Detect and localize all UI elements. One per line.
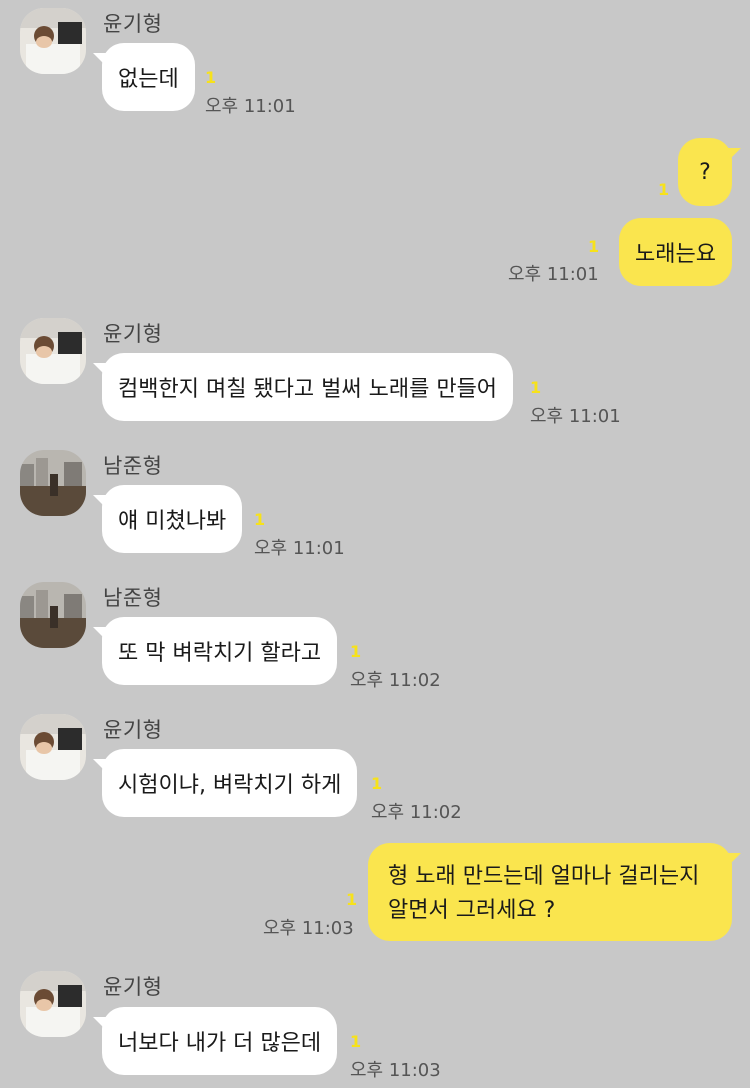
message-text: 컴백한지 며칠 됐다고 벌써 노래를 만들어: [118, 377, 498, 402]
message-time: 오후 11:01: [254, 538, 345, 559]
profile-photo-yoongi: [20, 8, 86, 74]
avatar[interactable]: [20, 714, 86, 780]
bubble-tail: [93, 495, 107, 509]
message-text-line: 형 노래 만드는데 얼마나 걸리는지: [388, 864, 700, 889]
message-time: 오후 11:02: [371, 802, 462, 823]
unread-count: 1: [254, 510, 266, 529]
sender-name: 윤기형: [103, 975, 163, 999]
message-bubble[interactable]: ?: [678, 138, 741, 206]
message-text: 없는데: [118, 67, 179, 92]
profile-photo-yoongi: [20, 318, 86, 384]
sender-name: 남준형: [103, 454, 163, 478]
message-text-line: 알면서 그러세요 ?: [388, 898, 556, 923]
bubble-tail: [93, 1017, 107, 1031]
bubble-tail: [93, 363, 107, 377]
avatar[interactable]: [20, 318, 86, 384]
message-time: 오후 11:01: [205, 96, 296, 117]
unread-count: 1: [530, 378, 542, 397]
sender-name: 남준형: [103, 586, 163, 610]
message-bubble[interactable]: 시험이냐, 벼락치기 하게: [93, 749, 358, 817]
message-time: 오후 11:01: [530, 406, 621, 427]
bubble-tail: [727, 853, 741, 867]
profile-photo-namjoon: [20, 450, 86, 516]
unread-count: 1: [205, 68, 217, 87]
unread-count: 1: [588, 237, 600, 256]
message-time: 오후 11:02: [350, 670, 441, 691]
message-text: 얘 미쳤나봐: [118, 509, 227, 534]
profile-photo-yoongi: [20, 714, 86, 780]
avatar[interactable]: [20, 8, 86, 74]
unread-count: 1: [350, 642, 362, 661]
sender-name: 윤기형: [103, 322, 163, 346]
message-bubble[interactable]: 컴백한지 며칠 됐다고 벌써 노래를 만들어: [93, 353, 514, 421]
unread-count: 1: [658, 180, 670, 199]
message-text: 너보다 내가 더 많은데: [118, 1031, 322, 1056]
message-bubble[interactable]: 없는데: [93, 43, 195, 111]
profile-photo-yoongi: [20, 971, 86, 1037]
message-bubble[interactable]: 형 노래 만드는데 얼마나 걸리는지 알면서 그러세요 ?: [368, 843, 741, 941]
message-bubble[interactable]: 너보다 내가 더 많은데: [93, 1007, 338, 1075]
message-time: 오후 11:03: [350, 1060, 441, 1081]
sender-name: 윤기형: [103, 12, 163, 36]
avatar[interactable]: [20, 582, 86, 648]
message-time: 오후 11:03: [263, 918, 354, 939]
unread-count: 1: [346, 890, 358, 909]
message-bubble[interactable]: 노래는요: [619, 218, 732, 286]
unread-count: 1: [371, 774, 383, 793]
bubble-tail: [727, 148, 741, 162]
bubble-tail: [93, 53, 107, 67]
message-text: 시험이냐, 벼락치기 하게: [118, 773, 342, 798]
profile-photo-namjoon: [20, 582, 86, 648]
message-time: 오후 11:01: [508, 264, 599, 285]
message-bubble[interactable]: 또 막 벼락치기 할라고: [93, 617, 338, 685]
avatar[interactable]: [20, 971, 86, 1037]
unread-count: 1: [350, 1032, 362, 1051]
message-text: ?: [699, 159, 711, 185]
avatar[interactable]: [20, 450, 86, 516]
bubble-tail: [93, 627, 107, 641]
message-bubble[interactable]: 얘 미쳤나봐: [93, 485, 243, 553]
bubble-tail: [93, 759, 107, 773]
message-text: 또 막 벼락치기 할라고: [118, 641, 322, 666]
sender-name: 윤기형: [103, 718, 163, 742]
message-text: 노래는요: [635, 242, 716, 267]
